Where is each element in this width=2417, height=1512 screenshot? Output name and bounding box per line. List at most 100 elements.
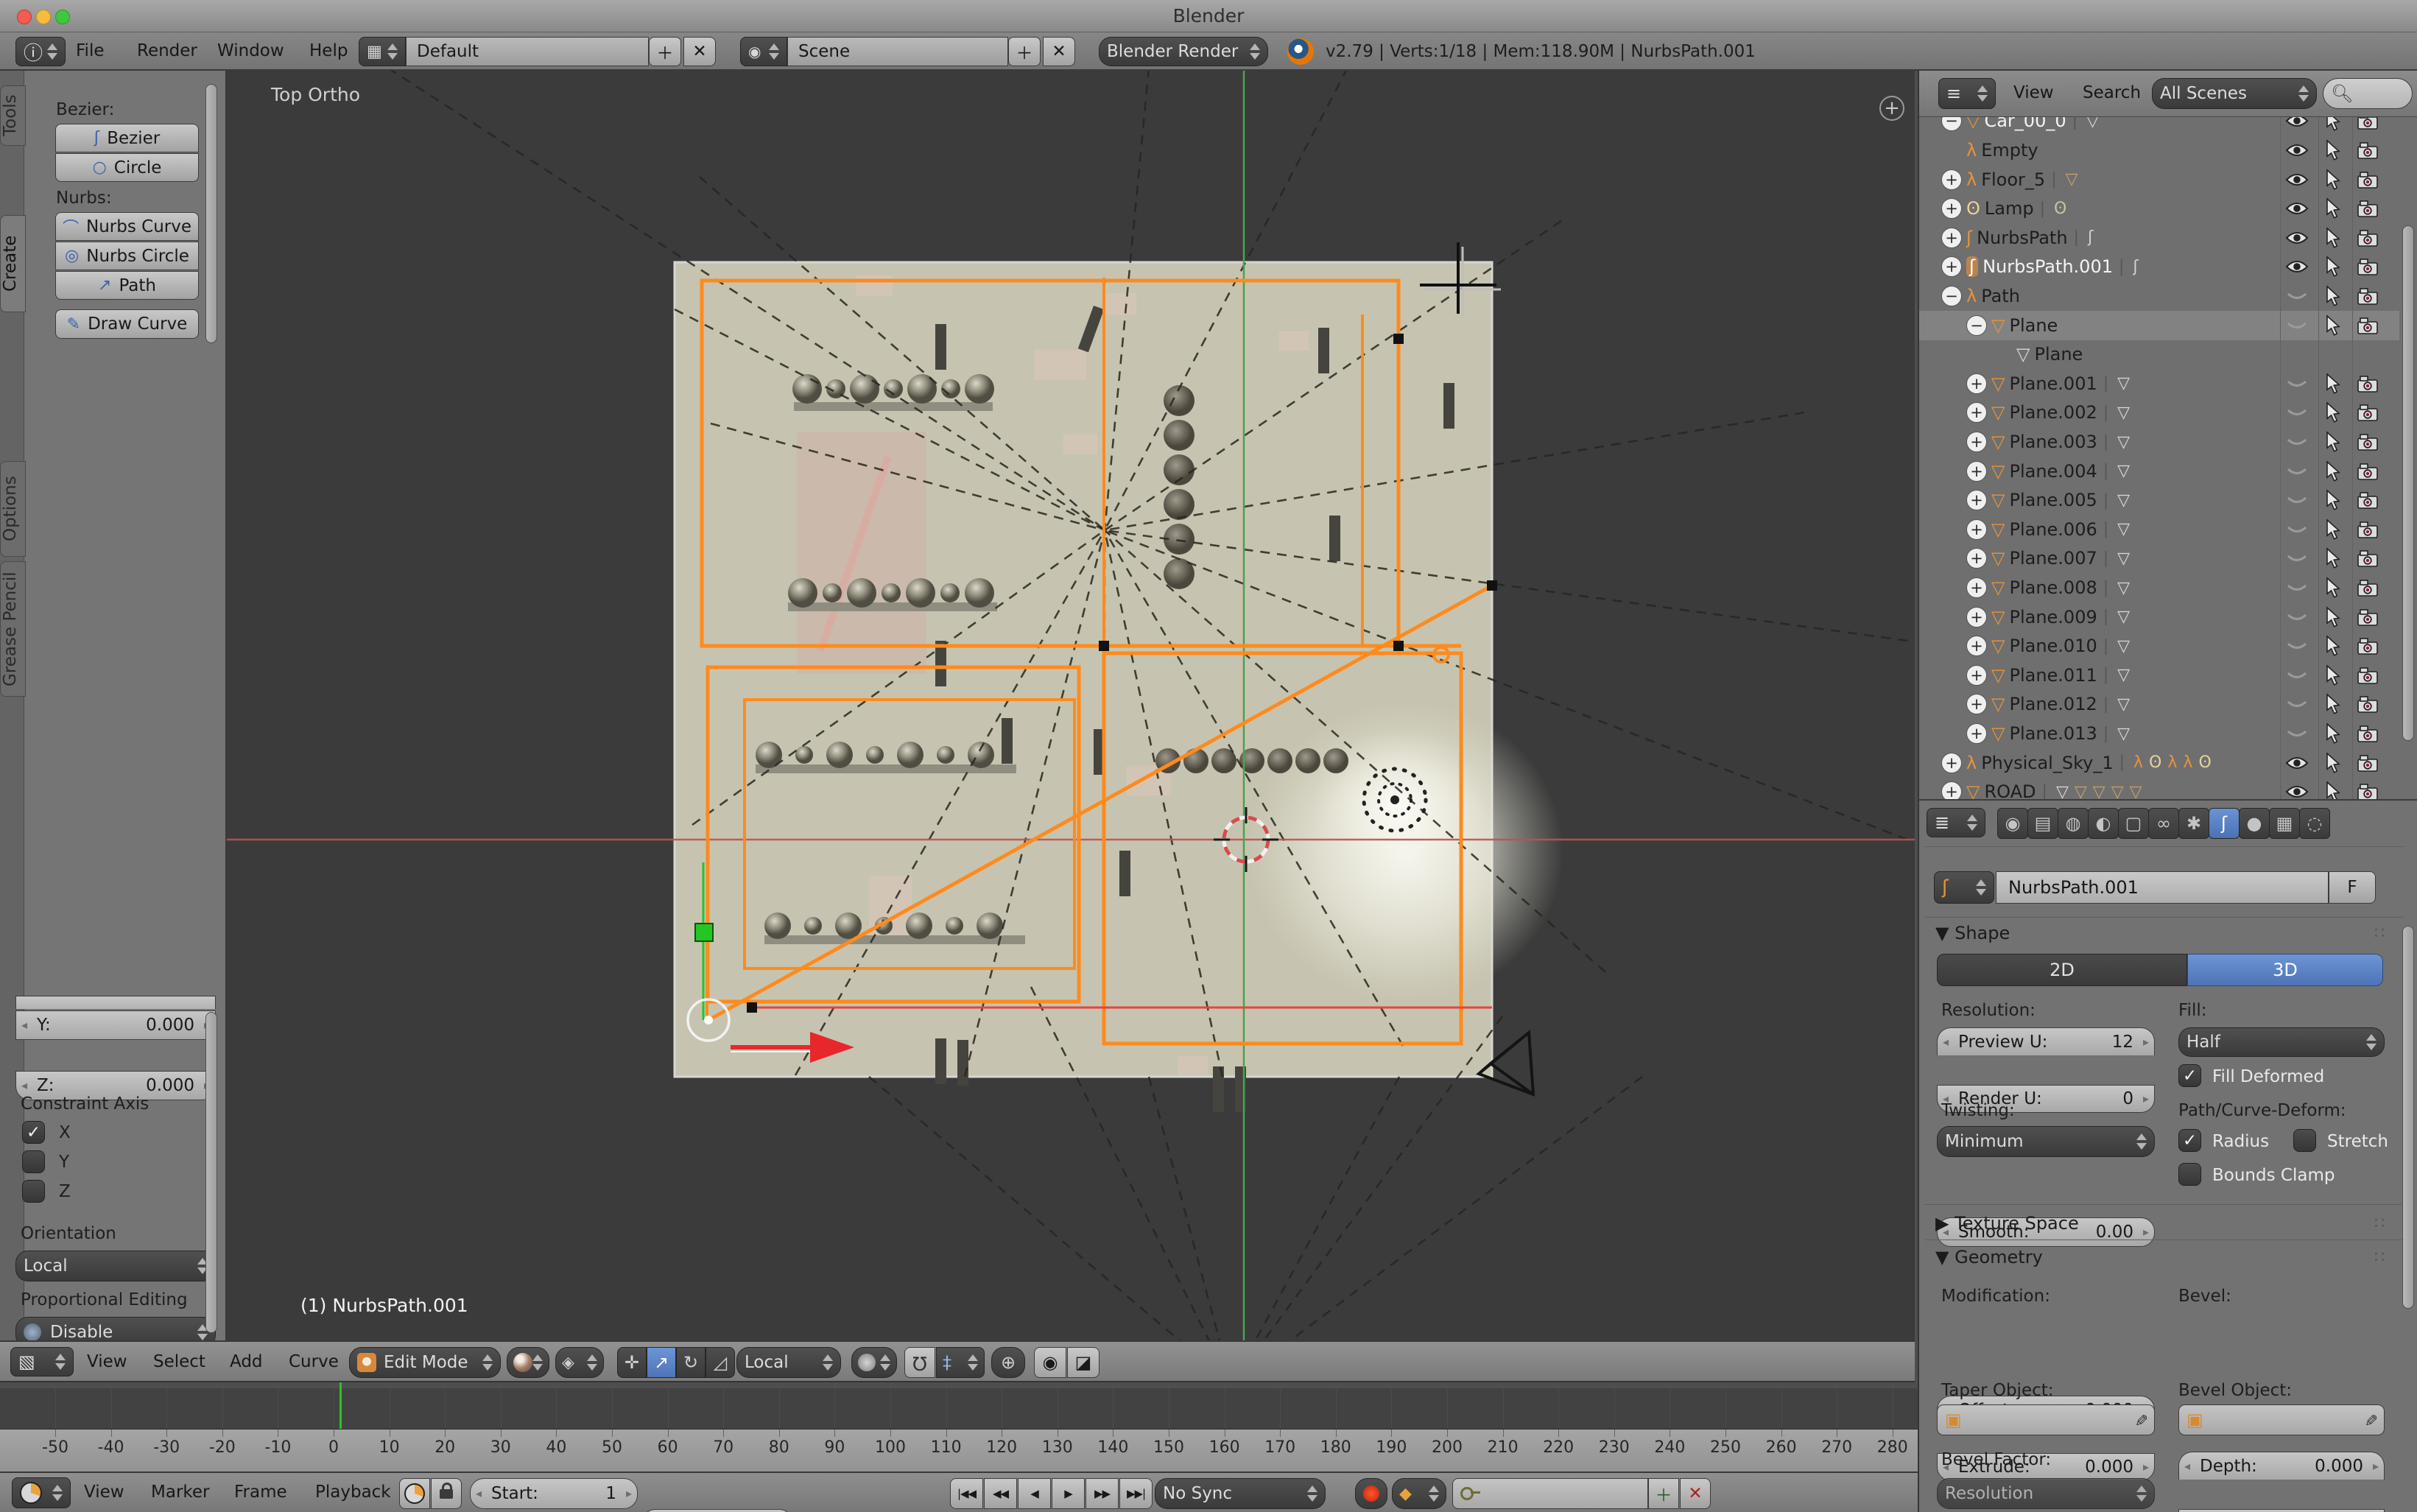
selectability-cursor-icon[interactable] <box>2323 169 2342 191</box>
jump-keyframe-forward-button[interactable]: ▶▶ <box>1086 1478 1119 1509</box>
delete-keyframe-button[interactable]: ✕ <box>1680 1478 1711 1509</box>
tl-menu-playback[interactable]: Playback <box>315 1483 391 1502</box>
vp-menu-select[interactable]: Select <box>153 1352 205 1371</box>
properties-tab-render[interactable]: ◉ <box>1997 808 2028 839</box>
bevel-object-field[interactable]: ▣ ✎ <box>2178 1404 2385 1435</box>
twist-method-dropdown[interactable]: Minimum <box>1937 1126 2155 1157</box>
bevel-factor-mode-dropdown[interactable]: Resolution <box>1937 1478 2155 1509</box>
selectability-cursor-icon[interactable] <box>2323 752 2342 774</box>
visibility-eye-off-icon[interactable] <box>2284 376 2309 392</box>
outliner-row-plane.002[interactable]: +▽Plane.002|▽ <box>1919 398 2399 427</box>
renderability-camera-icon[interactable] <box>2357 782 2380 799</box>
add-nurbs-circle-button[interactable]: ◎Nurbs Circle <box>55 242 199 270</box>
proportional-editing-dropdown[interactable]: Disable <box>15 1317 216 1340</box>
use-preview-range-button[interactable] <box>399 1478 430 1509</box>
snap-element-dropdown[interactable]: ‡ <box>936 1347 985 1378</box>
outliner-row-plane.007[interactable]: +▽Plane.007|▽ <box>1919 544 2399 573</box>
start-frame-field[interactable]: Start:1 <box>470 1478 638 1509</box>
tl-menu-frame[interactable]: Frame <box>234 1483 287 1502</box>
outliner-row-plane.012[interactable]: +▽Plane.012|▽ <box>1919 689 2399 719</box>
jump-to-start-button[interactable]: |◀◀ <box>950 1478 983 1509</box>
outliner-row-plane.008[interactable]: +▽Plane.008|▽ <box>1919 573 2399 602</box>
renderability-camera-icon[interactable] <box>2357 141 2380 160</box>
lock-frame-range-button[interactable] <box>431 1478 462 1509</box>
scene-name-field[interactable]: Scene <box>787 37 1008 66</box>
properties-tab-modifiers[interactable]: ✱ <box>2178 808 2209 839</box>
visibility-eye-off-icon[interactable] <box>2284 609 2309 625</box>
expand-icon[interactable]: + <box>1941 198 1962 219</box>
outliner-row-plane.013[interactable]: +▽Plane.013|▽ <box>1919 719 2399 748</box>
visibility-eye-icon[interactable] <box>2284 142 2309 158</box>
tool-shelf-tab-tools[interactable]: Tools <box>0 85 26 146</box>
selectability-cursor-icon[interactable] <box>2323 489 2342 511</box>
timeline-ruler[interactable]: -50-40-30-20-100102030405060708090100110… <box>0 1429 1918 1471</box>
expand-icon[interactable]: + <box>1966 373 1987 394</box>
outliner-row-path[interactable]: −λPath <box>1919 281 2399 311</box>
menu-render[interactable]: Render <box>137 41 197 60</box>
current-frame-marker[interactable] <box>339 1382 342 1429</box>
delete-scene-button[interactable]: ✕ <box>1043 37 1075 66</box>
selectability-cursor-icon[interactable] <box>2323 227 2342 249</box>
renderability-camera-icon[interactable] <box>2357 666 2380 685</box>
add-path-button[interactable]: ↗Path <box>55 271 199 300</box>
viewport-shading-dropdown[interactable] <box>507 1347 549 1378</box>
selectability-cursor-icon[interactable] <box>2323 285 2342 307</box>
expand-icon[interactable]: + <box>1966 461 1987 482</box>
add-scene-button[interactable]: ＋ <box>1008 37 1041 66</box>
fake-user-button[interactable]: F <box>2329 871 2376 904</box>
expand-icon[interactable]: + <box>1941 256 1962 277</box>
delete-screen-layout-button[interactable]: ✕ <box>683 37 716 66</box>
add-bezier-circle-button[interactable]: ○Circle <box>55 153 199 182</box>
selectability-cursor-icon[interactable] <box>2323 664 2342 686</box>
outliner-row-empty[interactable]: λEmpty <box>1919 136 2399 165</box>
jump-to-end-button[interactable]: ▶▶| <box>1119 1478 1153 1509</box>
properties-tab-object-data[interactable]: ʃ <box>2209 808 2240 839</box>
selectability-cursor-icon[interactable] <box>2323 460 2342 482</box>
tl-menu-marker[interactable]: Marker <box>151 1483 210 1502</box>
selectability-cursor-icon[interactable] <box>2323 518 2342 541</box>
panel-drag-dots[interactable]: ∷ <box>2374 924 2386 943</box>
renderability-camera-icon[interactable] <box>2357 316 2380 335</box>
eyedropper-icon[interactable]: ✎ <box>2131 1413 2149 1427</box>
add-screen-layout-button[interactable]: ＋ <box>649 37 681 66</box>
renderability-camera-icon[interactable] <box>2357 462 2380 481</box>
bevel-depth-field[interactable]: Depth:0.000 <box>2178 1452 2385 1480</box>
outliner-row-nurbspath.001[interactable]: +ʃNurbsPath.001|ʃ <box>1919 252 2399 281</box>
visibility-eye-icon[interactable] <box>2284 172 2309 188</box>
expand-icon[interactable]: + <box>1941 781 1962 799</box>
visibility-eye-icon[interactable] <box>2284 230 2309 246</box>
preview-u-field[interactable]: Preview U:12 <box>1937 1027 2155 1055</box>
collapse-icon[interactable]: − <box>1941 286 1962 306</box>
visibility-eye-off-icon[interactable] <box>2284 550 2309 566</box>
constraint-axis-checkbox-y[interactable] <box>22 1150 45 1173</box>
properties-tab-texture[interactable]: ▦ <box>2269 808 2300 839</box>
eyedropper-icon[interactable]: ✎ <box>2360 1413 2379 1427</box>
outliner-row-nurbspath[interactable]: +ʃNurbsPath|ʃ <box>1919 223 2399 253</box>
properties-tab-scene[interactable]: ◍ <box>2058 808 2089 839</box>
editor-type-selector-3dview[interactable]: ▧ <box>10 1347 74 1376</box>
add-nurbs-curve-button[interactable]: ⌒Nurbs Curve <box>55 212 199 241</box>
properties-tab-world[interactable]: ◐ <box>2088 808 2119 839</box>
tool-shelf-scrollbar[interactable] <box>205 84 217 343</box>
editor-type-selector-info[interactable]: ⓘ <box>15 37 66 66</box>
fill-deformed-checkbox[interactable]: ✓ <box>2178 1064 2201 1087</box>
selectability-cursor-icon[interactable] <box>2323 401 2342 423</box>
jump-keyframe-back-button[interactable]: ◀◀ <box>984 1478 1017 1509</box>
manipulator-scale-button[interactable]: ◿ <box>706 1347 735 1378</box>
selectability-cursor-icon[interactable] <box>2323 547 2342 569</box>
outliner-row-plane.005[interactable]: +▽Plane.005|▽ <box>1919 485 2399 515</box>
minimize-window-button[interactable] <box>36 10 51 24</box>
selectability-cursor-icon[interactable] <box>2323 373 2342 395</box>
visibility-eye-off-icon[interactable] <box>2284 667 2309 683</box>
visibility-eye-off-icon[interactable] <box>2284 288 2309 304</box>
dimensions-2d-button[interactable]: 2D <box>1937 954 2187 986</box>
taper-object-field[interactable]: ▣ ✎ <box>1937 1404 2155 1435</box>
outliner-scrollbar[interactable] <box>2402 225 2414 741</box>
vp-menu-add[interactable]: Add <box>230 1352 263 1371</box>
shape-panel-header[interactable]: ▼ Shape <box>1935 923 2010 943</box>
expand-icon[interactable]: + <box>1966 665 1987 686</box>
renderability-camera-icon[interactable] <box>2357 403 2380 422</box>
renderability-camera-icon[interactable] <box>2357 753 2380 773</box>
expand-properties-region-icon[interactable]: + <box>1879 96 1904 121</box>
dimensions-3d-button[interactable]: 3D <box>2187 954 2383 986</box>
